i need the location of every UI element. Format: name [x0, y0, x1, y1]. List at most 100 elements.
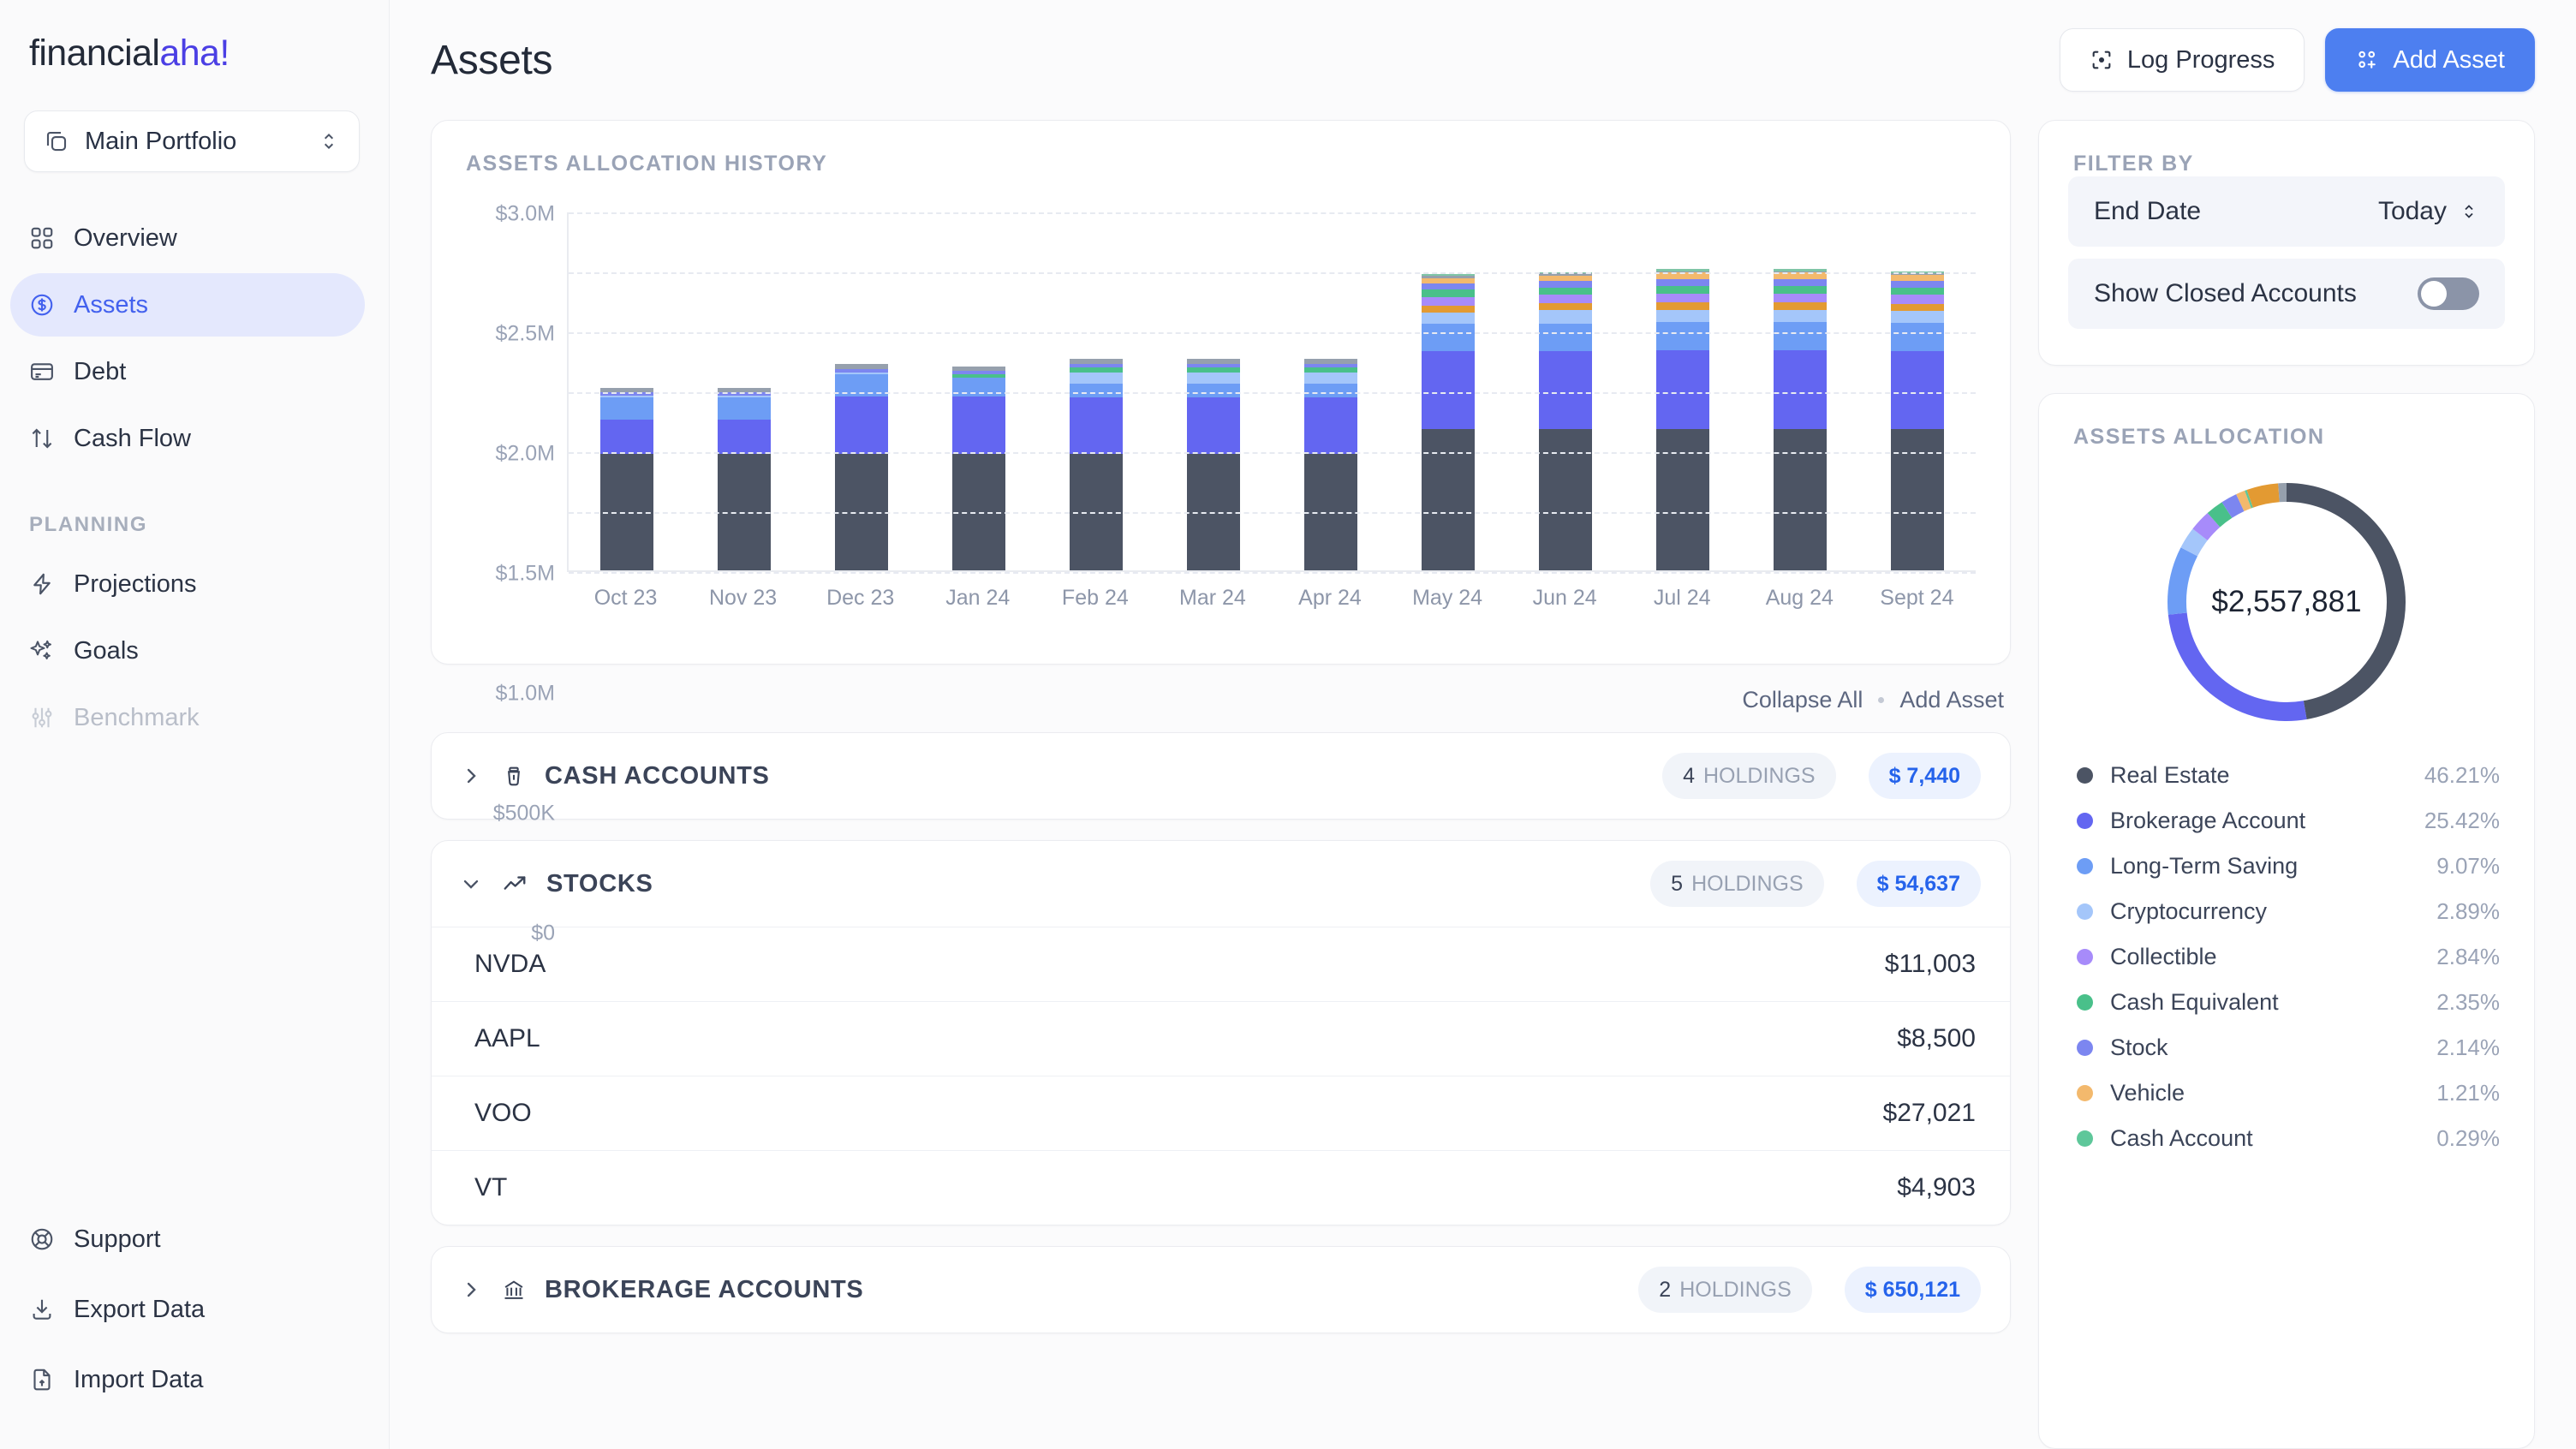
main-area: Assets Log Progress Add Asset ASSETS ALL… — [390, 0, 2576, 1449]
lifebuoy-icon — [29, 1226, 55, 1252]
asset-group-header[interactable]: BROKERAGE ACCOUNTS 2 HOLDINGS $ 650,121 — [432, 1247, 2010, 1333]
add-asset-label: Add Asset — [2393, 45, 2505, 74]
brand-logo[interactable]: financialaha! — [0, 0, 389, 75]
chart-stacked-bar[interactable] — [835, 363, 889, 570]
legend-row[interactable]: Cash Equivalent 2.35% — [2077, 980, 2500, 1025]
chart-stacked-bar[interactable] — [1655, 268, 1709, 570]
chart-bar-column[interactable] — [1038, 212, 1155, 570]
sidebar-item-import-data[interactable]: Import Data — [10, 1348, 365, 1411]
add-asset-button[interactable]: Add Asset — [2325, 28, 2535, 92]
legend-row[interactable]: Cryptocurrency 2.89% — [2077, 889, 2500, 934]
sidebar-item-support[interactable]: Support — [10, 1208, 365, 1271]
sidebar: financialaha! Main Portfolio Overview As… — [0, 0, 390, 1449]
holdings-count: 2 — [1659, 1277, 1672, 1302]
show-closed-toggle[interactable] — [2418, 277, 2479, 310]
chart-stacked-bar[interactable] — [1421, 274, 1475, 570]
chart-stacked-bar[interactable] — [952, 366, 1006, 570]
holding-row[interactable]: VT $4,903 — [432, 1150, 2010, 1225]
legend-percentage: 46.21% — [2424, 762, 2500, 788]
chart-bar-segment — [718, 397, 772, 420]
chart-bar-segment — [1890, 311, 1944, 324]
legend-row[interactable]: Long-Term Saving 9.07% — [2077, 844, 2500, 889]
log-progress-button[interactable]: Log Progress — [2059, 28, 2305, 92]
page-title: Assets — [431, 37, 553, 83]
chevron-right-icon[interactable] — [459, 764, 483, 788]
chart-stacked-bar[interactable] — [600, 387, 654, 570]
chart-bar-column[interactable] — [1741, 212, 1858, 570]
holding-value: $4,903 — [1897, 1173, 1976, 1202]
chart-bar-segment — [1773, 278, 1827, 286]
legend-color-dot — [2077, 1130, 2093, 1147]
chart-stacked-bar[interactable] — [1070, 359, 1124, 570]
legend-row[interactable]: Brokerage Account 25.42% — [2077, 798, 2500, 844]
holdings-count-suffix: HOLDINGS — [1679, 1277, 1792, 1302]
filter-show-closed-row[interactable]: Show Closed Accounts — [2068, 259, 2505, 329]
sidebar-item-benchmark[interactable]: Benchmark — [10, 686, 365, 749]
chevron-right-icon[interactable] — [459, 1278, 483, 1302]
chart-stacked-bar[interactable] — [718, 387, 772, 570]
legend-row[interactable]: Cash Account 0.29% — [2077, 1116, 2500, 1161]
holding-name: VOO — [474, 1099, 532, 1127]
allocation-legend: Real Estate 46.21% Brokerage Account 25.42%… — [2039, 746, 2534, 1161]
collapse-all-link[interactable]: Collapse All — [1742, 687, 1863, 713]
chart-bar-column[interactable] — [686, 212, 803, 570]
chart-bar-column[interactable] — [1155, 212, 1273, 570]
chart-bar-segment — [1655, 310, 1709, 323]
chart-stacked-bar[interactable] — [1890, 271, 1944, 570]
legend-row[interactable]: Vehicle 1.21% — [2077, 1070, 2500, 1116]
end-date-value-wrap[interactable]: Today — [2378, 197, 2479, 226]
legend-row[interactable]: Stock 2.14% — [2077, 1025, 2500, 1070]
sidebar-item-export-data[interactable]: Export Data — [10, 1278, 365, 1341]
chart-bar-segment — [1187, 397, 1241, 454]
asset-group-header[interactable]: STOCKS 5 HOLDINGS $ 54,637 — [432, 841, 2010, 927]
chart-stacked-bar[interactable] — [1303, 359, 1357, 570]
asset-group-header[interactable]: CASH ACCOUNTS 4 HOLDINGS $ 7,440 — [432, 733, 2010, 819]
chart-bar-segment — [1890, 350, 1944, 429]
log-progress-label: Log Progress — [2126, 45, 2275, 74]
legend-percentage: 25.42% — [2424, 808, 2500, 833]
legend-row[interactable]: Real Estate 46.21% — [2077, 753, 2500, 798]
bolt-icon — [29, 571, 55, 597]
sidebar-item-cash-flow[interactable]: Cash Flow — [10, 407, 365, 470]
add-asset-link[interactable]: Add Asset — [1899, 687, 2004, 713]
chart-bar-segment — [1303, 384, 1357, 397]
holding-row[interactable]: AAPL $8,500 — [432, 1001, 2010, 1076]
sidebar-item-goals[interactable]: Goals — [10, 619, 365, 683]
sidebar-item-projections[interactable]: Projections — [10, 552, 365, 616]
chart-bar-column[interactable] — [1506, 212, 1624, 570]
chart-bar-column[interactable] — [1389, 212, 1506, 570]
chart-bar-segment — [1538, 310, 1592, 324]
assets-allocation-card: ASSETS ALLOCATION $2,557,881 Real Estate… — [2038, 393, 2535, 1449]
holding-row[interactable]: VOO $27,021 — [432, 1076, 2010, 1150]
legend-label: Cash Account — [2110, 1125, 2253, 1151]
holding-value: $27,021 — [1882, 1099, 1976, 1127]
sidebar-item-overview[interactable]: Overview — [10, 206, 365, 270]
holdings-count: 4 — [1683, 763, 1695, 788]
sidebar-item-assets[interactable]: Assets — [10, 273, 365, 337]
chevron-down-icon[interactable] — [459, 872, 483, 896]
holding-row[interactable]: NVDA $11,003 — [432, 927, 2010, 1001]
topbar: Assets Log Progress Add Asset — [390, 0, 2576, 120]
chart-bar-column[interactable] — [1858, 212, 1976, 570]
legend-row[interactable]: Collectible 2.84% — [2077, 934, 2500, 980]
chart-bar-column[interactable] — [1273, 212, 1390, 570]
chart-stacked-bar[interactable] — [1773, 268, 1827, 570]
chart-bar-segment — [1303, 373, 1357, 385]
chart-bar-column[interactable] — [1624, 212, 1741, 570]
sidebar-item-label: Projections — [74, 569, 197, 598]
chart-stacked-bar[interactable] — [1538, 271, 1592, 570]
chart-x-tick-label: May 24 — [1412, 586, 1483, 610]
filter-end-date-row[interactable]: End Date Today — [2068, 176, 2505, 247]
legend-color-dot — [2077, 1085, 2093, 1101]
chart-stacked-bar[interactable] — [1187, 359, 1241, 570]
portfolio-selector[interactable]: Main Portfolio — [24, 110, 360, 172]
chart-bar-column[interactable] — [803, 212, 921, 570]
chart-bar-column[interactable] — [569, 212, 686, 570]
nav-section-planning: PLANNING — [29, 513, 148, 536]
chart-bar-segment — [1890, 428, 1944, 570]
sidebar-item-label: Assets — [74, 290, 149, 319]
asset-group-name: CASH ACCOUNTS — [545, 761, 770, 790]
chart-bar-column[interactable] — [921, 212, 1038, 570]
filter-title: FILTER BY — [2073, 152, 2194, 176]
sidebar-item-debt[interactable]: Debt — [10, 340, 365, 403]
